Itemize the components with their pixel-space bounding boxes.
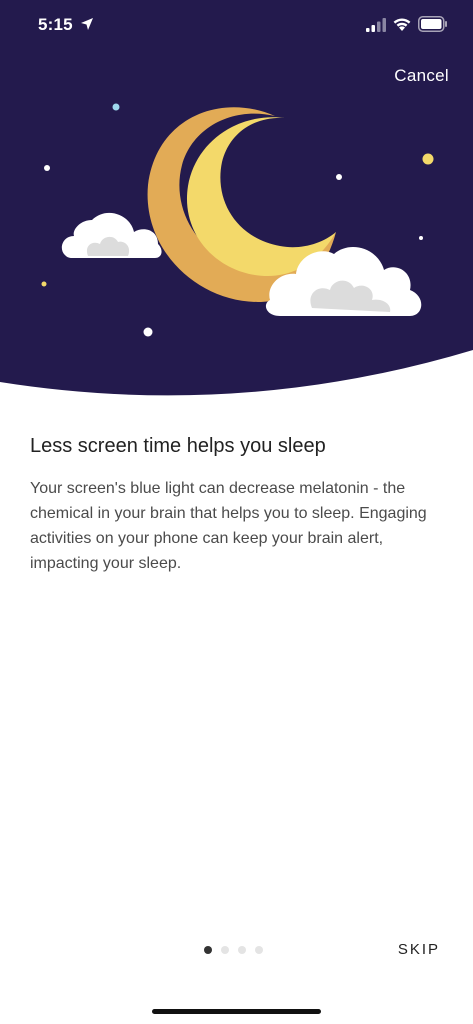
location-arrow-icon xyxy=(81,18,93,30)
description-text: Your screen's blue light can decrease me… xyxy=(30,480,427,572)
home-indicator[interactable] xyxy=(152,1009,321,1014)
page-dot[interactable] xyxy=(221,946,229,954)
skip-button[interactable]: SKIP xyxy=(398,941,440,958)
status-bar: 5:15 xyxy=(0,0,473,50)
night-sky-illustration xyxy=(0,0,473,396)
cancel-button[interactable]: Cancel xyxy=(394,66,449,86)
onboarding-content: Less screen time helps you sleep Your sc… xyxy=(30,432,450,576)
page-dot-active[interactable] xyxy=(204,946,212,954)
wifi-icon xyxy=(393,18,411,31)
status-time: 5:15 xyxy=(38,15,73,34)
cellular-signal-icon xyxy=(366,18,386,32)
battery-icon xyxy=(418,16,447,32)
page-indicator[interactable] xyxy=(204,946,263,956)
night-sky-background xyxy=(0,0,473,396)
page-title: Less screen time helps you sleep xyxy=(30,435,326,457)
page-dot[interactable] xyxy=(255,946,263,954)
page-dot[interactable] xyxy=(238,946,246,954)
